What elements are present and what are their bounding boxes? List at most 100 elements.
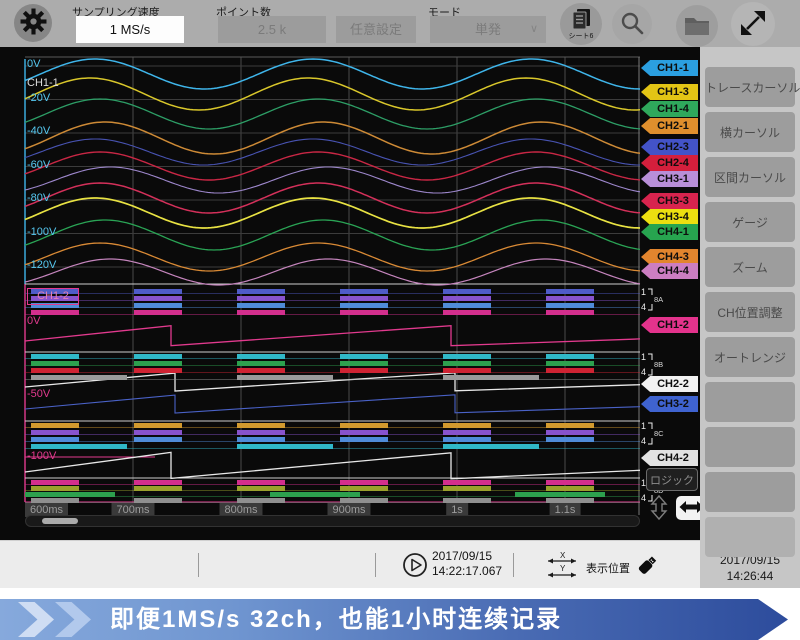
trace-CH1-3	[25, 78, 640, 110]
voltage-label: -40V	[27, 126, 50, 137]
promo-banner: 即便1MS/s 32ch，也能1小时连续记录	[0, 599, 788, 640]
voltage-label: -120V	[27, 260, 56, 271]
sheet-select-button[interactable]: シート6	[560, 3, 602, 45]
trigger-datetime: 2017/09/15 14:22:17.067	[432, 549, 502, 579]
function-sidebar: 2017/09/15 14:26:44 トレースカーソル横カーソル区間カーソルゲ…	[700, 47, 800, 588]
channel-tag-CH2-4[interactable]: CH2-4	[641, 155, 698, 171]
voltage-label: -100V	[27, 227, 56, 238]
mode-value: 単発	[475, 22, 501, 37]
trace-CH1-1	[25, 59, 640, 89]
sheet-caption: シート6	[569, 33, 594, 40]
svg-text:8A: 8A	[654, 295, 663, 304]
voltage-label: -60V	[27, 160, 50, 171]
trace-CH3-4	[25, 198, 640, 228]
arbitrary-setting-button[interactable]: 任意設定	[336, 16, 416, 43]
svg-text:8C: 8C	[654, 429, 664, 438]
file-open-button[interactable]	[676, 5, 718, 47]
xy-position-icon: X Y	[545, 550, 581, 585]
search-icon	[619, 10, 645, 39]
gear-icon	[20, 8, 47, 38]
trigger-play-icon	[402, 552, 428, 583]
voltage-label: -20V	[27, 93, 50, 104]
fullscreen-button[interactable]	[731, 2, 775, 46]
sidebar-button-ズーム[interactable]: ズーム	[705, 247, 795, 287]
svg-text:1: 1	[641, 287, 646, 297]
point-count-field[interactable]: 2.5 k	[218, 16, 326, 43]
waveform-display[interactable]: 148A148B148C148D 0V-20V-40V-60V-80V-100V…	[0, 47, 700, 540]
trace-CH1-4	[25, 99, 640, 129]
channel-tag-CH2-2[interactable]: CH2-2	[641, 376, 698, 392]
trace-CH3-3	[25, 183, 640, 213]
channel-tag-CH2-1[interactable]: CH2-1	[641, 118, 698, 134]
logic-button[interactable]: ロジック	[646, 468, 698, 491]
scrollbar-thumb[interactable]	[42, 518, 78, 524]
trace-CH4-1	[25, 220, 640, 250]
channel-tag-CH3-4[interactable]: CH3-4	[641, 209, 698, 225]
voltage-label: 0V	[27, 59, 40, 70]
settings-gear-button[interactable]	[14, 4, 52, 42]
trace-CH4-2	[25, 452, 640, 478]
trace-CH3-2	[25, 395, 640, 413]
mode-dropdown[interactable]: 単発 ∨	[430, 16, 546, 43]
sheet-stack-icon	[570, 8, 592, 35]
sidebar-button-CH位置調整[interactable]: CH位置調整	[705, 292, 795, 332]
channel-tag-CH1-4[interactable]: CH1-4	[641, 101, 698, 117]
channel-tag-CH3-2[interactable]: CH3-2	[641, 396, 698, 412]
sidebar-button-empty-9[interactable]	[705, 472, 795, 512]
svg-text:4: 4	[641, 367, 646, 377]
trace-CH3-1	[25, 167, 640, 193]
sidebar-button-区間カーソル[interactable]: 区間カーソル	[705, 157, 795, 197]
statusbar-divider	[375, 553, 376, 577]
svg-text:Y: Y	[560, 564, 566, 573]
usb-drive-icon	[633, 551, 661, 584]
channel-tag-CH1-1[interactable]: CH1-1	[641, 60, 698, 76]
channel-tag-CH3-1[interactable]: CH3-1	[641, 171, 698, 187]
status-bar: 2017/09/15 14:22:17.067 X Y 表示位置	[0, 540, 700, 588]
waveform-svg: 148A148B148C148D	[0, 47, 700, 540]
channel-tag-CH4-4[interactable]: CH4-4	[641, 263, 698, 279]
sidebar-button-トレースカーソル[interactable]: トレースカーソル	[705, 67, 795, 107]
inline-label: -50V	[27, 389, 50, 400]
chevron-right-icon	[55, 602, 91, 637]
expand-diagonal-icon	[738, 8, 768, 41]
selected-channel-label: CH1-2	[27, 288, 79, 305]
inline-label: 0V	[27, 316, 40, 327]
chevron-right-icon	[18, 602, 54, 637]
chevron-down-icon: ∨	[530, 16, 538, 43]
search-button[interactable]	[612, 4, 652, 44]
folder-icon	[684, 14, 710, 39]
inline-label: -100V	[27, 451, 56, 462]
channel-tag-CH4-2[interactable]: CH4-2	[641, 450, 698, 466]
trigger-time: 14:22:17.067	[432, 564, 502, 579]
instrument-screen: サンプリング速度 1 MS/s ポイント数 2.5 k 任意設定 モード 単発 …	[0, 0, 800, 640]
vertical-scroll-icon[interactable]	[646, 494, 672, 521]
svg-text:8B: 8B	[654, 360, 663, 369]
sampling-rate-field[interactable]: 1 MS/s	[76, 16, 184, 43]
sidebar-button-ゲージ[interactable]: ゲージ	[705, 202, 795, 242]
trace-CH2-3	[25, 139, 640, 165]
svg-text:X: X	[560, 551, 566, 560]
channel-tag-CH4-3[interactable]: CH4-3	[641, 249, 698, 265]
svg-text:1: 1	[641, 352, 646, 362]
channel-tag-CH2-3[interactable]: CH2-3	[641, 139, 698, 155]
sidebar-button-empty-8[interactable]	[705, 427, 795, 467]
trigger-date: 2017/09/15	[432, 549, 502, 564]
trace-CH1-2	[25, 326, 640, 346]
channel-tag-CH3-3[interactable]: CH3-3	[641, 193, 698, 209]
toolbar: サンプリング速度 1 MS/s ポイント数 2.5 k 任意設定 モード 単発 …	[0, 0, 800, 47]
sidebar-button-オートレンジ[interactable]: オートレンジ	[705, 337, 795, 377]
trace-CH2-1	[25, 122, 640, 154]
svg-text:1: 1	[641, 421, 646, 431]
svg-text:4: 4	[641, 302, 646, 312]
svg-text:4: 4	[641, 436, 646, 446]
statusbar-divider	[513, 553, 514, 577]
channel-tag-CH1-2[interactable]: CH1-2	[641, 317, 698, 333]
statusbar-divider	[198, 553, 199, 577]
clock-time: 14:26:44	[700, 568, 800, 584]
sidebar-button-empty-10[interactable]	[705, 517, 795, 557]
sidebar-button-横カーソル[interactable]: 横カーソル	[705, 112, 795, 152]
channel-tag-CH1-3[interactable]: CH1-3	[641, 84, 698, 100]
sidebar-button-empty-7[interactable]	[705, 382, 795, 422]
channel-tag-CH4-1[interactable]: CH4-1	[641, 224, 698, 240]
horizontal-scrollbar[interactable]	[25, 515, 640, 527]
